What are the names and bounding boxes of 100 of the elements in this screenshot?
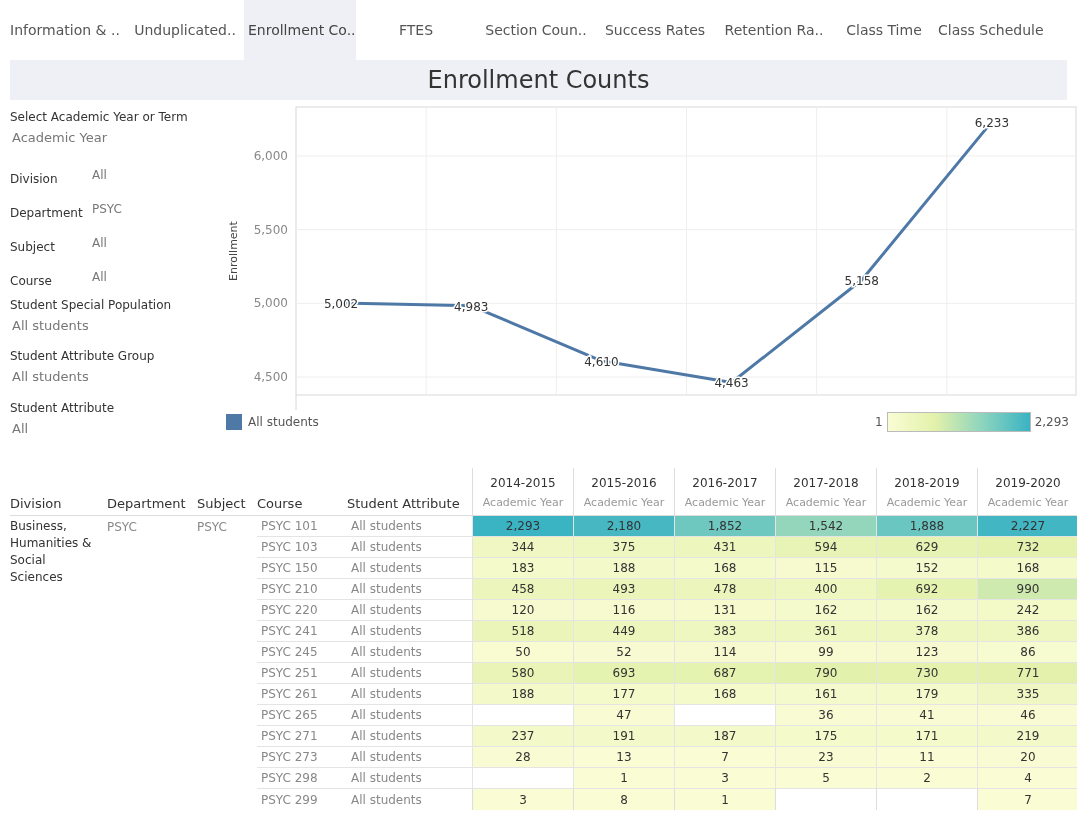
heatmap-cell: 46	[977, 705, 1077, 726]
heatmap-cell: 386	[977, 621, 1077, 642]
heatmap-cell: 2,227	[977, 516, 1077, 537]
heatmap-cell: 580	[472, 663, 573, 684]
heatmap-cell: 36	[775, 705, 876, 726]
heatmap-cell: 730	[876, 663, 977, 684]
year-header: 2019-2020	[977, 468, 1077, 492]
heatmap-cell: 23	[775, 747, 876, 768]
y-tick-label: 5,500	[253, 222, 288, 237]
heatmap-cell: 1,888	[876, 516, 977, 537]
table-cell: PSYC 150	[257, 558, 347, 579]
heatmap-cell: 629	[876, 537, 977, 558]
filter-value[interactable]: Academic Year	[10, 128, 220, 148]
term-header: Academic Year	[977, 492, 1077, 515]
heatmap-cell: 13	[573, 747, 674, 768]
filter-value[interactable]: All	[92, 165, 107, 184]
table-cell: PSYC 265	[257, 705, 347, 726]
heatmap-cell: 3	[674, 768, 775, 789]
heatmap-cell: 335	[977, 684, 1077, 705]
heatmap-cell: 361	[775, 621, 876, 642]
heatmap-cell: 188	[573, 558, 674, 579]
heatmap-cell: 47	[573, 705, 674, 726]
heatmap-cell: 123	[876, 642, 977, 663]
heatmap-cell: 175	[775, 726, 876, 747]
heatmap-cell: 478	[674, 579, 775, 600]
table-cell: PSYC 220	[257, 600, 347, 621]
heatmap-cell: 1,852	[674, 516, 775, 537]
heatmap-cell: 219	[977, 726, 1077, 747]
legend-label: All students	[248, 414, 319, 431]
heatmap-cell: 183	[472, 558, 573, 579]
heatmap-cell: 99	[775, 642, 876, 663]
table-cell: PSYC 271	[257, 726, 347, 747]
table-cell-text: PSYC 299	[260, 791, 319, 809]
column-header: Department	[107, 495, 187, 513]
filter-label: Student Attribute Group	[10, 348, 156, 365]
table-cell: PSYC 103	[257, 537, 347, 558]
heatmap-cell: 1	[674, 789, 775, 810]
heatmap-cell: 114	[674, 642, 775, 663]
filter-label: Division	[10, 170, 59, 188]
heatmap-cell: 383	[674, 621, 775, 642]
term-header: Academic Year	[573, 492, 674, 515]
year-header: 2014-2015	[472, 468, 573, 492]
heatmap-cell: 187	[674, 726, 775, 747]
heatmap-cell: 400	[775, 579, 876, 600]
filter-label: Select Academic Year or Term	[10, 109, 189, 126]
data-label: 6,233	[974, 115, 1010, 130]
heatmap-cell: 86	[977, 642, 1077, 663]
column-header: Course	[257, 495, 304, 513]
table-cell: PSYC 101	[257, 516, 347, 537]
heatmap-cell: 493	[573, 579, 674, 600]
heatmap-cell: 188	[472, 684, 573, 705]
heatmap-cell: 7	[977, 789, 1077, 810]
heatmap-cell: 771	[977, 663, 1077, 684]
heatmap-cell: 20	[977, 747, 1077, 768]
table-cell: All students	[347, 705, 472, 726]
filter-value[interactable]: PSYC	[92, 199, 122, 218]
heatmap-cell: 732	[977, 537, 1077, 558]
column-header: Division	[10, 495, 63, 513]
column-header: Subject	[197, 495, 247, 513]
heatmap-cell: 152	[876, 558, 977, 579]
year-header: 2018-2019	[876, 468, 977, 492]
y-tick-label: 6,000	[253, 148, 288, 163]
y-tick-label: 5,000	[253, 296, 288, 311]
subject-cell-text: PSYC	[197, 519, 228, 536]
heatmap-cell: 375	[573, 537, 674, 558]
filter-value[interactable]: All	[10, 418, 220, 438]
filter-value[interactable]: All students	[10, 367, 220, 387]
heatmap-cell: 790	[775, 663, 876, 684]
filter-value[interactable]: All	[92, 267, 107, 286]
heatmap-cell: 5	[775, 768, 876, 789]
scale-min-label: 1	[875, 414, 883, 431]
tab[interactable]: Enrollment Co..	[244, 0, 356, 60]
heatmap-cell: 131	[674, 600, 775, 621]
heatmap-cell: 11	[876, 747, 977, 768]
heatmap-cell: 115	[775, 558, 876, 579]
heatmap-cell: 171	[876, 726, 977, 747]
heatmap-cell: 458	[472, 579, 573, 600]
filter-label: Student Special Population	[10, 296, 173, 314]
filter-value[interactable]: All students	[10, 315, 220, 335]
heatmap-cell: 518	[472, 621, 573, 642]
heatmap-cell: 237	[472, 726, 573, 747]
heatmap-cell: 191	[573, 726, 674, 747]
heatmap-cell: 1	[573, 768, 674, 789]
heatmap-cell: 168	[674, 558, 775, 579]
filter-label: Student Attribute	[10, 399, 116, 417]
heatmap-cell: 2,293	[472, 516, 573, 537]
heatmap-cell: 41	[876, 705, 977, 726]
heatmap-cell: 693	[573, 663, 674, 684]
filter-value[interactable]: All	[92, 233, 107, 252]
heatmap-cell: 2	[876, 768, 977, 789]
heatmap-cell: 378	[876, 621, 977, 642]
heatmap-cell: 594	[775, 537, 876, 558]
heatmap-cell: 177	[573, 684, 674, 705]
heatmap-cell: 431	[674, 537, 775, 558]
filter-label: Course	[10, 272, 53, 290]
heatmap-cell: 8	[573, 789, 674, 810]
heatmap-cell: 3	[472, 789, 573, 810]
heatmap-cell: 162	[775, 600, 876, 621]
heatmap-cell: 28	[472, 747, 573, 768]
heatmap-cell: 52	[573, 642, 674, 663]
